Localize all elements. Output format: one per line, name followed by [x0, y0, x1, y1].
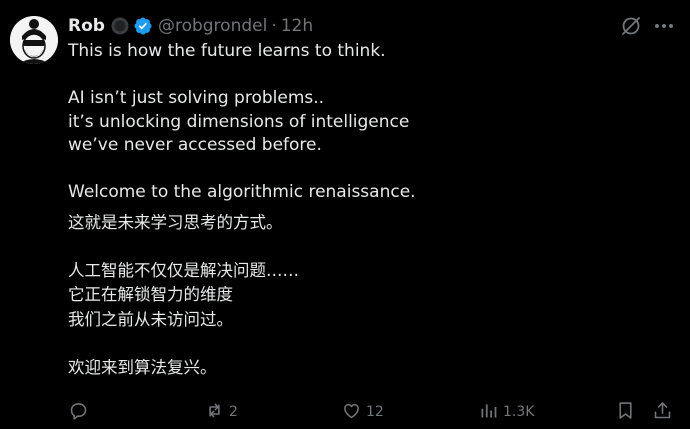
- avatar[interactable]: [10, 16, 58, 64]
- tweet-text-line-3: Welcome to the algorithmic renaissance.: [68, 182, 416, 202]
- reply-icon: [68, 400, 89, 425]
- bookmark-button[interactable]: [615, 398, 636, 426]
- reply-button[interactable]: [68, 398, 93, 426]
- tweet: Rob @robgrondel · 12h This is how the fu…: [0, 0, 690, 429]
- tweet-text-paragraph-2: AI isn’t just solving problems.. it’s un…: [68, 88, 410, 155]
- tweet-text-zh-2: 人工智能不仅仅是解决问题…… 它正在解锁智力的维度 我们之前从未访问过。: [68, 260, 299, 329]
- views-count: 1.3K: [503, 404, 535, 420]
- share-icon: [652, 400, 673, 425]
- affiliate-badge-icon[interactable]: [111, 17, 129, 35]
- timestamp[interactable]: 12h: [281, 16, 313, 36]
- tweet-text-line-1: This is how the future learns to think.: [68, 41, 386, 61]
- action-bar: 2 12 1.3K: [60, 398, 680, 426]
- header-separator: ·: [271, 16, 277, 36]
- tweet-header: Rob @robgrondel · 12h: [68, 14, 313, 38]
- tweet-text-zh-1: 这就是未来学习思考的方式。: [68, 212, 283, 232]
- bookmark-icon: [615, 400, 636, 425]
- grok-icon[interactable]: [619, 14, 643, 38]
- display-name[interactable]: Rob: [68, 16, 105, 36]
- tweet-text-zh-3: 欢迎来到算法复兴。: [68, 357, 217, 377]
- user-handle[interactable]: @robgrondel: [158, 16, 267, 36]
- repost-count: 2: [229, 404, 238, 420]
- share-button[interactable]: [652, 398, 673, 426]
- like-count: 12: [366, 404, 384, 420]
- repost-icon: [204, 400, 225, 425]
- like-button[interactable]: 12: [341, 398, 384, 426]
- heart-icon: [341, 400, 362, 425]
- views-button[interactable]: 1.3K: [478, 398, 534, 426]
- views-chart-icon: [478, 400, 499, 425]
- verified-checkmark-icon[interactable]: [133, 16, 153, 36]
- more-dots-icon[interactable]: [652, 14, 676, 38]
- repost-button[interactable]: 2: [204, 398, 238, 426]
- tweet-text: This is how the future learns to think. …: [68, 40, 668, 380]
